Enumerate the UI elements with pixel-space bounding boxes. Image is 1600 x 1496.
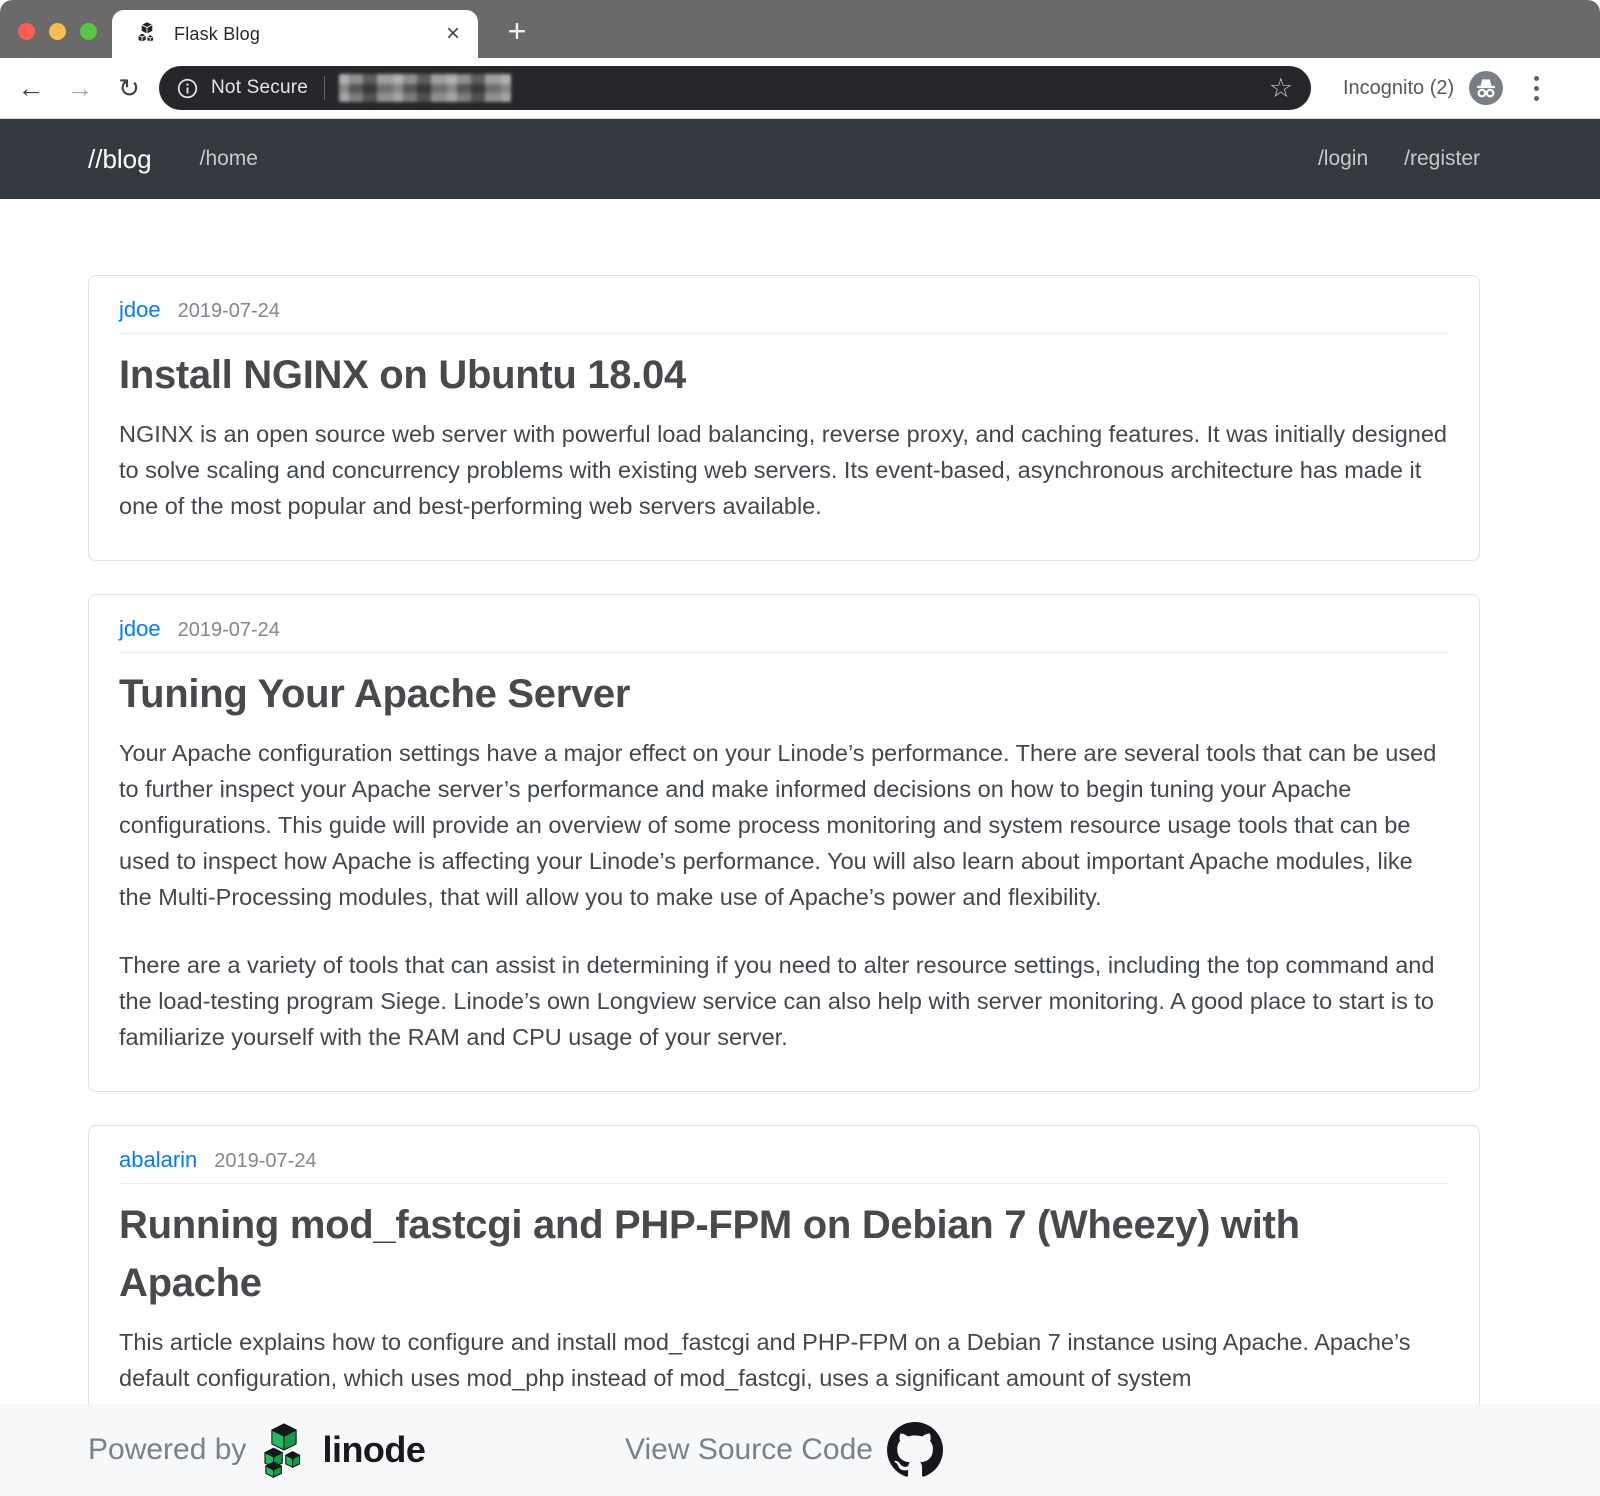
post-title: Install NGINX on Ubuntu 18.04: [119, 346, 1449, 404]
incognito-label: Incognito (2): [1343, 77, 1454, 100]
powered-by-label: Powered by: [88, 1433, 246, 1467]
post-date: 2019-07-24: [214, 1149, 316, 1173]
post-meta: jdoe 2019-07-24: [119, 298, 1449, 323]
post-author-link[interactable]: abalarin: [119, 1148, 197, 1172]
view-source-label: View Source Code: [625, 1433, 873, 1467]
page-footer: Powered by linode: [0, 1404, 1600, 1496]
browser-toolbar: ← → ↻ Not Secure ☆ Incognito (2): [0, 58, 1600, 119]
app-navbar: //blog /home /login /register: [0, 119, 1600, 199]
zoom-window-button[interactable]: [80, 23, 97, 40]
post-paragraph: Your Apache configuration settings have …: [119, 735, 1449, 915]
browser-menu-icon[interactable]: [1530, 72, 1543, 105]
post-author-link[interactable]: jdoe: [119, 298, 161, 322]
url-redacted: [339, 74, 511, 102]
divider: [119, 652, 1449, 653]
divider: [324, 76, 325, 100]
nav-link-login[interactable]: /login: [1318, 147, 1368, 171]
post-meta: abalarin 2019-07-24: [119, 1148, 1449, 1173]
close-window-button[interactable]: [18, 23, 35, 40]
linode-logo-icon: [258, 1422, 310, 1478]
post-body: This article explains how to configure a…: [119, 1324, 1449, 1396]
powered-by-linode[interactable]: Powered by linode: [88, 1422, 425, 1478]
tab-strip: Flask Blog × +: [0, 0, 1600, 58]
nav-link-register[interactable]: /register: [1404, 147, 1480, 171]
post-meta: jdoe 2019-07-24: [119, 617, 1449, 642]
post-paragraph: There are a variety of tools that can as…: [119, 947, 1449, 1055]
post-paragraph: This article explains how to configure a…: [119, 1324, 1449, 1396]
post-body: Your Apache configuration settings have …: [119, 735, 1449, 1055]
new-tab-button[interactable]: +: [498, 16, 536, 46]
post-body: NGINX is an open source web server with …: [119, 416, 1449, 524]
post-title: Tuning Your Apache Server: [119, 665, 1449, 723]
address-bar[interactable]: Not Secure ☆: [159, 66, 1311, 110]
post-list: jdoe 2019-07-24 Install NGINX on Ubuntu …: [88, 199, 1480, 1433]
browser-window: Flask Blog × + ← → ↻ Not Secure ☆ Incogn…: [0, 0, 1600, 1496]
post-card: jdoe 2019-07-24 Install NGINX on Ubuntu …: [88, 275, 1480, 561]
github-icon[interactable]: [887, 1422, 943, 1478]
info-icon[interactable]: [177, 78, 198, 99]
view-source-link[interactable]: View Source Code: [625, 1422, 943, 1478]
post-author-link[interactable]: jdoe: [119, 617, 161, 641]
bookmark-star-icon[interactable]: ☆: [1269, 73, 1293, 104]
post-card: jdoe 2019-07-24 Tuning Your Apache Serve…: [88, 594, 1480, 1092]
post-title: Running mod_fastcgi and PHP-FPM on Debia…: [119, 1196, 1449, 1312]
incognito-icon: [1469, 71, 1503, 105]
nav-link-home[interactable]: /home: [200, 147, 258, 171]
navbar-brand[interactable]: //blog: [88, 144, 152, 175]
flask-blog-favicon: [134, 21, 160, 47]
window-controls: [18, 23, 97, 40]
minimize-window-button[interactable]: [49, 23, 66, 40]
post-card: abalarin 2019-07-24 Running mod_fastcgi …: [88, 1125, 1480, 1433]
post-paragraph: NGINX is an open source web server with …: [119, 416, 1449, 524]
reload-icon[interactable]: ↻: [114, 75, 144, 101]
browser-tab[interactable]: Flask Blog ×: [112, 10, 478, 58]
divider: [119, 1183, 1449, 1184]
tab-close-icon[interactable]: ×: [444, 22, 462, 46]
post-date: 2019-07-24: [178, 618, 280, 642]
back-icon[interactable]: ←: [16, 75, 46, 102]
linode-wordmark: linode: [322, 1429, 425, 1471]
tab-title: Flask Blog: [174, 24, 444, 45]
divider: [119, 333, 1449, 334]
not-secure-label: Not Secure: [211, 77, 308, 99]
forward-icon[interactable]: →: [65, 75, 95, 102]
post-date: 2019-07-24: [178, 299, 280, 323]
